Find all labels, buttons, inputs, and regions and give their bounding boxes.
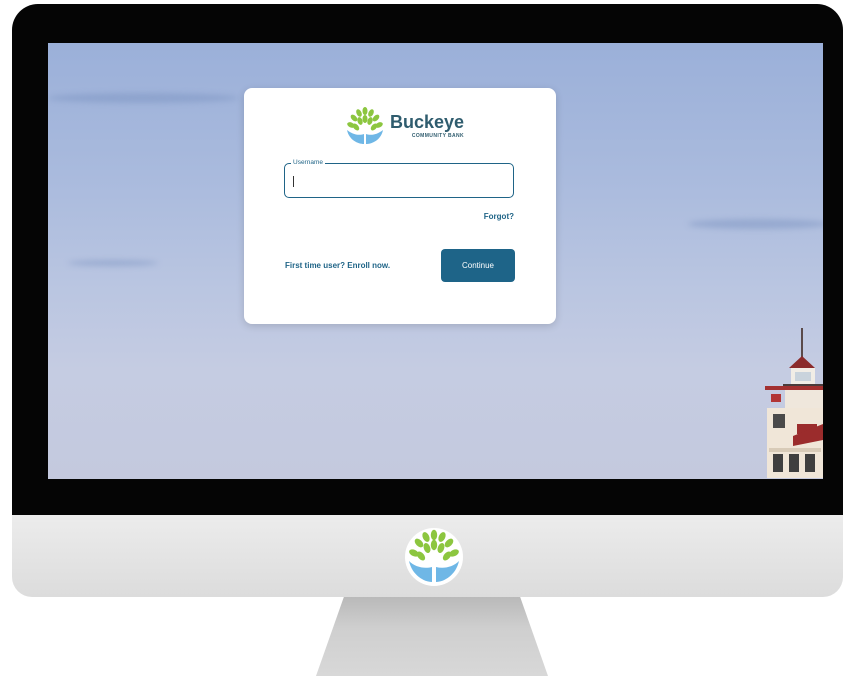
forgot-link[interactable]: Forgot? <box>484 212 514 221</box>
monitor-stand <box>316 597 548 676</box>
desktop-monitor-mockup: Buckeye COMMUNITY BANK Username Forgot? … <box>0 0 843 676</box>
bank-logo: Buckeye COMMUNITY BANK <box>344 106 464 146</box>
tree-in-hands-icon <box>347 107 383 144</box>
cloud <box>48 93 238 103</box>
text-cursor <box>293 176 294 187</box>
cloud <box>688 219 823 229</box>
cloud <box>68 260 158 266</box>
continue-button[interactable]: Continue <box>441 249 515 282</box>
brand-subtitle: COMMUNITY BANK <box>411 133 465 139</box>
lighthouse-image <box>765 328 823 478</box>
brand-name: Buckeye <box>390 112 465 132</box>
enroll-link[interactable]: First time user? Enroll now. <box>285 261 390 270</box>
username-input[interactable] <box>291 172 505 192</box>
username-field[interactable]: Username <box>284 159 514 198</box>
brand-text: Buckeye COMMUNITY BANK <box>390 113 464 139</box>
tree-in-hands-icon <box>405 528 463 586</box>
username-label: Username <box>291 159 325 166</box>
login-card: Buckeye COMMUNITY BANK Username Forgot? … <box>244 88 556 324</box>
